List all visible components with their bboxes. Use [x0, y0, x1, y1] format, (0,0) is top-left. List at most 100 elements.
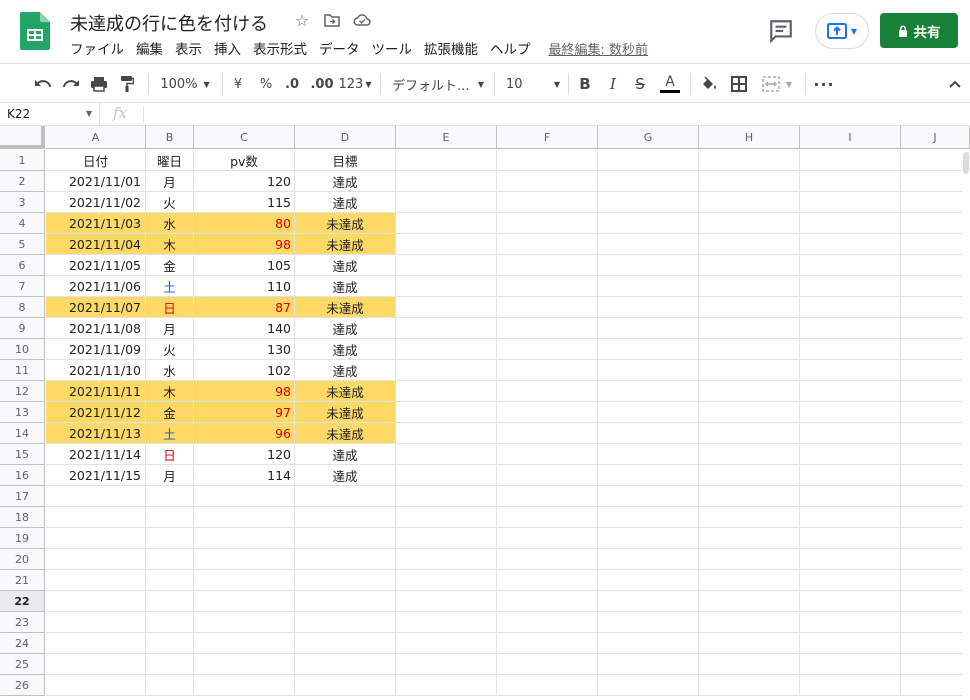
redo-icon[interactable]	[60, 72, 82, 96]
row-header-24[interactable]: 24	[0, 633, 45, 654]
cell-i1[interactable]	[800, 150, 901, 171]
cell-j1[interactable]	[901, 150, 970, 171]
cell-f21[interactable]	[497, 570, 598, 591]
column-header-i[interactable]: I	[800, 126, 901, 149]
cell-c20[interactable]	[194, 549, 295, 570]
row-header-5[interactable]: 5	[0, 234, 45, 255]
cell-h26[interactable]	[699, 675, 800, 696]
cell-i18[interactable]	[800, 507, 901, 528]
cell-c23[interactable]	[194, 612, 295, 633]
cell-a23[interactable]	[46, 612, 146, 633]
row-header-21[interactable]: 21	[0, 570, 45, 591]
cell-j24[interactable]	[901, 633, 970, 654]
cell-a8[interactable]: 2021/11/07	[46, 297, 146, 318]
cell-e8[interactable]	[396, 297, 497, 318]
row-header-10[interactable]: 10	[0, 339, 45, 360]
cell-b20[interactable]	[146, 549, 194, 570]
cell-f22[interactable]	[497, 591, 598, 612]
name-box[interactable]: K22	[0, 103, 100, 125]
cell-f17[interactable]	[497, 486, 598, 507]
cell-c16[interactable]: 114	[194, 465, 295, 486]
cell-e5[interactable]	[396, 234, 497, 255]
cell-a7[interactable]: 2021/11/06	[46, 276, 146, 297]
cell-i2[interactable]	[800, 171, 901, 192]
cell-g25[interactable]	[598, 654, 699, 675]
cell-f4[interactable]	[497, 213, 598, 234]
cell-a20[interactable]	[46, 549, 146, 570]
percent-format-button[interactable]: %	[256, 72, 276, 96]
menu-file[interactable]: ファイル	[64, 38, 130, 58]
cell-g7[interactable]	[598, 276, 699, 297]
more-icon[interactable]: ···	[813, 72, 835, 96]
cell-j4[interactable]	[901, 213, 970, 234]
cell-g6[interactable]	[598, 255, 699, 276]
cell-b3[interactable]: 火	[146, 192, 194, 213]
merge-cells-icon[interactable]: ▼	[756, 72, 798, 96]
cell-b22[interactable]	[146, 591, 194, 612]
cell-d2[interactable]: 達成	[295, 171, 396, 192]
cell-g9[interactable]	[598, 318, 699, 339]
cell-g10[interactable]	[598, 339, 699, 360]
cell-f11[interactable]	[497, 360, 598, 381]
menu-tools[interactable]: ツール	[366, 38, 419, 58]
cell-a21[interactable]	[46, 570, 146, 591]
cell-d12[interactable]: 未達成	[295, 381, 396, 402]
cell-b7[interactable]: 土	[146, 276, 194, 297]
cell-e11[interactable]	[396, 360, 497, 381]
cell-c7[interactable]: 110	[194, 276, 295, 297]
star-icon[interactable]: ☆	[292, 10, 312, 30]
cell-b15[interactable]: 日	[146, 444, 194, 465]
cell-e20[interactable]	[396, 549, 497, 570]
cell-i19[interactable]	[800, 528, 901, 549]
cell-h24[interactable]	[699, 633, 800, 654]
cell-d5[interactable]: 未達成	[295, 234, 396, 255]
cell-i4[interactable]	[800, 213, 901, 234]
cell-j7[interactable]	[901, 276, 970, 297]
row-header-11[interactable]: 11	[0, 360, 45, 381]
cell-g3[interactable]	[598, 192, 699, 213]
cell-b2[interactable]: 月	[146, 171, 194, 192]
menu-format[interactable]: 表示形式	[247, 38, 313, 58]
currency-format-button[interactable]: ¥	[228, 72, 248, 96]
cell-h13[interactable]	[699, 402, 800, 423]
bold-button[interactable]: B	[576, 72, 594, 96]
font-select[interactable]: デフォルト... ▼	[392, 72, 484, 96]
row-header-1[interactable]: 1	[0, 150, 45, 171]
cell-g2[interactable]	[598, 171, 699, 192]
cell-h1[interactable]	[699, 150, 800, 171]
cell-d10[interactable]: 達成	[295, 339, 396, 360]
menu-view[interactable]: 表示	[169, 38, 208, 58]
cell-a25[interactable]	[46, 654, 146, 675]
scrollbar-thumb[interactable]	[963, 152, 969, 174]
cell-h17[interactable]	[699, 486, 800, 507]
cell-i14[interactable]	[800, 423, 901, 444]
cell-e1[interactable]	[396, 150, 497, 171]
cell-h4[interactable]	[699, 213, 800, 234]
cell-f1[interactable]	[497, 150, 598, 171]
present-button[interactable]: ▼	[815, 13, 869, 49]
menu-edit[interactable]: 編集	[130, 38, 169, 58]
cell-f16[interactable]	[497, 465, 598, 486]
cell-g16[interactable]	[598, 465, 699, 486]
row-header-4[interactable]: 4	[0, 213, 45, 234]
cell-g19[interactable]	[598, 528, 699, 549]
cell-g15[interactable]	[598, 444, 699, 465]
cell-c21[interactable]	[194, 570, 295, 591]
cell-b5[interactable]: 木	[146, 234, 194, 255]
cell-f3[interactable]	[497, 192, 598, 213]
cell-g8[interactable]	[598, 297, 699, 318]
cell-j3[interactable]	[901, 192, 970, 213]
cell-c8[interactable]: 87	[194, 297, 295, 318]
cell-d11[interactable]: 達成	[295, 360, 396, 381]
cell-d1[interactable]: 目標	[295, 150, 396, 171]
cell-c2[interactable]: 120	[194, 171, 295, 192]
cell-f24[interactable]	[497, 633, 598, 654]
cell-a11[interactable]: 2021/11/10	[46, 360, 146, 381]
cell-a16[interactable]: 2021/11/15	[46, 465, 146, 486]
column-header-h[interactable]: H	[699, 126, 800, 149]
cell-c26[interactable]	[194, 675, 295, 696]
cell-h22[interactable]	[699, 591, 800, 612]
column-header-a[interactable]: A	[46, 126, 146, 149]
cell-j5[interactable]	[901, 234, 970, 255]
cell-g14[interactable]	[598, 423, 699, 444]
